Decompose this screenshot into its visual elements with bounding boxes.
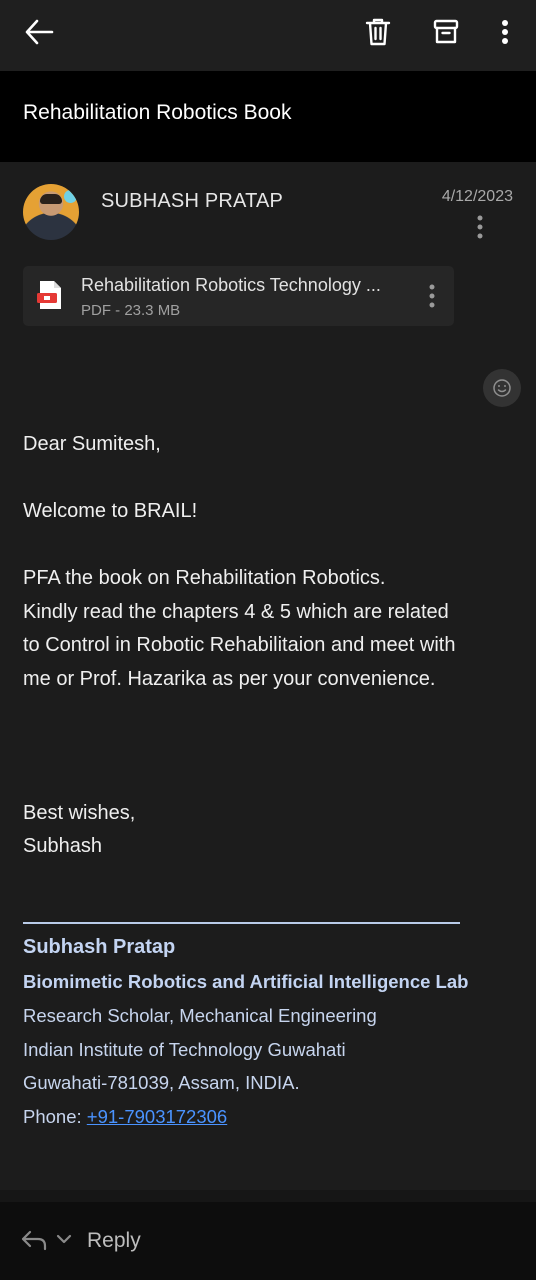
phone-link[interactable]: +91-7903172306: [87, 1106, 227, 1127]
body-closing-name: Subhash: [23, 835, 102, 857]
add-reaction-button[interactable]: [483, 369, 521, 407]
archive-icon[interactable]: [428, 14, 464, 50]
avatar[interactable]: [23, 184, 79, 240]
more-vert-icon[interactable]: [487, 14, 523, 50]
reply-button[interactable]: Reply: [87, 1229, 141, 1253]
bottom-divider: [0, 1190, 536, 1202]
signature-phone-row: Phone: +91-7903172306: [23, 1106, 227, 1128]
signature-institute: Indian Institute of Technology Guwahati: [23, 1039, 346, 1060]
attachment-card[interactable]: Rehabilitation Robotics Technology ... P…: [23, 266, 454, 326]
top-toolbar: [0, 0, 536, 71]
chevron-down-icon[interactable]: [55, 1230, 73, 1248]
reply-icon[interactable]: [20, 1228, 48, 1252]
signature-divider: [23, 922, 460, 924]
body-line-1: PFA the book on Rehabilitation Robotics.: [23, 567, 386, 589]
body-greeting: Dear Sumitesh,: [23, 433, 161, 455]
attachment-meta: PDF - 23.3 MB: [81, 302, 181, 319]
attachment-more-icon[interactable]: [420, 281, 444, 311]
phone-label: Phone:: [23, 1106, 87, 1127]
body-line-2: Kindly read the chapters 4 & 5 which are…: [23, 601, 449, 623]
signature-lab: Biomimetic Robotics and Artificial Intel…: [23, 971, 469, 992]
body-welcome: Welcome to BRAIL!: [23, 500, 198, 522]
message-date: 4/12/2023: [441, 188, 513, 205]
reply-bar: Reply: [0, 1202, 536, 1280]
smiley-icon: [493, 379, 511, 397]
email-subject: Rehabilitation Robotics Book: [23, 101, 292, 124]
body-line-3: to Control in Robotic Rehabilitaion and …: [23, 634, 456, 656]
message-more-icon[interactable]: [465, 212, 495, 242]
subject-bar: Rehabilitation Robotics Book: [0, 71, 536, 162]
body-line-4: me or Prof. Hazarika as per your conveni…: [23, 668, 436, 690]
trash-icon[interactable]: [360, 14, 396, 50]
attachment-name: Rehabilitation Robotics Technology ...: [81, 275, 381, 295]
pdf-file-icon: [37, 280, 63, 310]
sender-name[interactable]: SUBHASH PRATAP: [101, 190, 283, 213]
signature-name: Subhash Pratap: [23, 936, 176, 958]
back-arrow-icon[interactable]: [21, 14, 57, 50]
signature-address: Guwahati-781039, Assam, INDIA.: [23, 1072, 300, 1093]
message-content: SUBHASH PRATAP 4/12/2023 Rehabilitation …: [0, 162, 536, 1190]
body-closing: Best wishes,: [23, 802, 136, 824]
signature-role: Research Scholar, Mechanical Engineering: [23, 1005, 377, 1026]
